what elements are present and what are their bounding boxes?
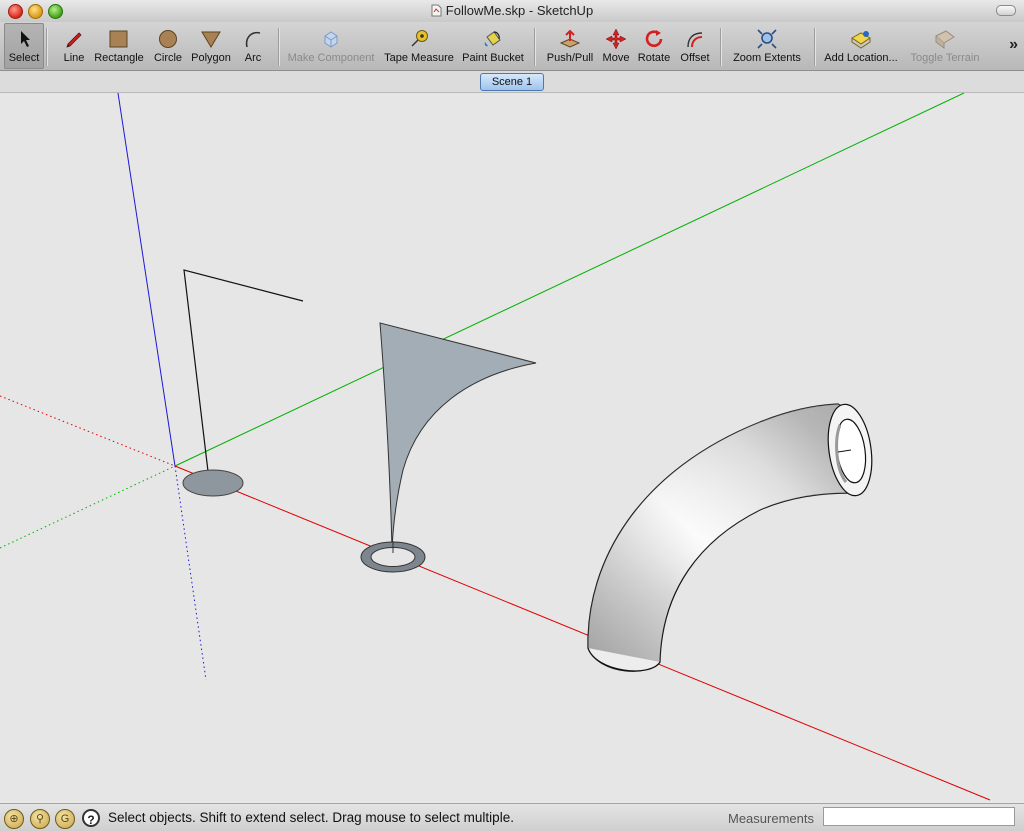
arc-tool-label: Arc	[244, 52, 262, 64]
add-location-button[interactable]: Add Location...	[822, 24, 900, 68]
scene-tabs-bar: Scene 1	[0, 71, 1024, 93]
tape-measure-button[interactable]: Tape Measure	[382, 24, 456, 68]
toolbar-separator	[534, 28, 536, 66]
swept-tube-shade	[587, 404, 865, 672]
tape-measure-label: Tape Measure	[384, 52, 454, 64]
toolbar-overflow-button[interactable]: »	[1009, 36, 1018, 54]
toolbar-toggle-button[interactable]	[996, 5, 1016, 16]
status-message: Select objects. Shift to extend select. …	[108, 810, 514, 825]
toolbar-separator	[720, 28, 722, 66]
geo-location-icon[interactable]: ⊕	[4, 809, 24, 829]
make-component-button[interactable]: Make Component	[286, 24, 376, 68]
zoom-extents-button[interactable]: Zoom Extents	[730, 24, 804, 68]
toggle-terrain-button[interactable]: Toggle Terrain	[904, 24, 986, 68]
drawing-viewport[interactable]	[0, 93, 1024, 801]
arc-tool-button[interactable]: Arc	[238, 24, 268, 68]
rectangle-icon	[109, 30, 128, 48]
profile-disc	[182, 469, 244, 497]
toggle-terrain-icon	[935, 30, 955, 49]
circle-icon	[159, 30, 177, 48]
google-account-icon[interactable]: G	[55, 809, 75, 829]
red-axis	[174, 465, 991, 801]
rotate-tool-label: Rotate	[637, 52, 671, 64]
blue-axis	[117, 93, 176, 467]
credits-icon[interactable]: ⚲	[30, 809, 50, 829]
offset-tool-label: Offset	[680, 52, 710, 64]
window-title: FollowMe.skp - SketchUp	[445, 3, 594, 18]
paint-bucket-label: Paint Bucket	[462, 52, 524, 64]
pencil-icon	[66, 32, 82, 48]
zoom-extents-icon	[757, 29, 777, 49]
profile-face	[379, 322, 537, 551]
move-tool-button[interactable]: Move	[600, 24, 632, 68]
component-icon	[324, 31, 338, 48]
toggle-terrain-label: Toggle Terrain	[910, 52, 980, 64]
line-tool-button[interactable]: Line	[58, 24, 90, 68]
push-pull-icon	[559, 29, 581, 48]
select-arrow-icon	[21, 31, 30, 47]
paint-bucket-button[interactable]: Paint Bucket	[460, 24, 526, 68]
polygon-tool-button[interactable]: Polygon	[190, 24, 232, 68]
status-bar: ⊕ ⚲ G ? Select objects. Shift to extend …	[0, 803, 1024, 831]
model-canvas[interactable]	[0, 93, 1024, 801]
red-axis-dotted	[0, 395, 176, 467]
rectangle-tool-label: Rectangle	[94, 52, 144, 64]
polygon-icon	[201, 31, 221, 48]
rotate-icon	[645, 30, 663, 48]
arc-icon	[245, 31, 261, 48]
move-tool-label: Move	[602, 52, 630, 64]
scene-tab[interactable]: Scene 1	[480, 73, 544, 91]
paint-bucket-icon	[484, 31, 501, 47]
toolbar-separator	[46, 28, 48, 66]
blue-axis-dotted	[174, 465, 207, 681]
zoom-extents-label: Zoom Extents	[733, 52, 801, 64]
help-icon[interactable]: ?	[82, 809, 100, 827]
green-axis-dotted	[0, 465, 176, 549]
toolbar-separator	[814, 28, 816, 66]
move-icon	[605, 28, 627, 50]
select-tool-label: Select	[8, 52, 40, 64]
rectangle-tool-button[interactable]: Rectangle	[94, 24, 144, 68]
toolbar-separator	[278, 28, 280, 66]
line-tool-label: Line	[63, 52, 85, 64]
sweep-path-line	[183, 269, 304, 489]
measurements-input[interactable]	[823, 807, 1015, 826]
title-bar: FollowMe.skp - SketchUp	[0, 0, 1024, 23]
polygon-tool-label: Polygon	[191, 52, 231, 64]
add-location-label: Add Location...	[824, 52, 898, 64]
make-component-label: Make Component	[287, 52, 375, 64]
tape-measure-icon	[411, 30, 428, 47]
measurements-label: Measurements	[728, 811, 814, 826]
main-toolbar: Select Line Rectangle Circle Polygon Arc…	[0, 22, 1024, 71]
push-pull-button[interactable]: Push/Pull	[544, 24, 596, 68]
circle-tool-label: Circle	[153, 52, 183, 64]
push-pull-label: Push/Pull	[546, 52, 594, 64]
select-tool-button[interactable]: Select	[4, 23, 44, 69]
offset-icon	[687, 32, 703, 48]
circle-tool-button[interactable]: Circle	[151, 24, 185, 68]
rotate-tool-button[interactable]: Rotate	[636, 24, 672, 68]
document-icon	[431, 4, 442, 17]
add-location-icon	[851, 31, 871, 49]
offset-tool-button[interactable]: Offset	[676, 24, 714, 68]
